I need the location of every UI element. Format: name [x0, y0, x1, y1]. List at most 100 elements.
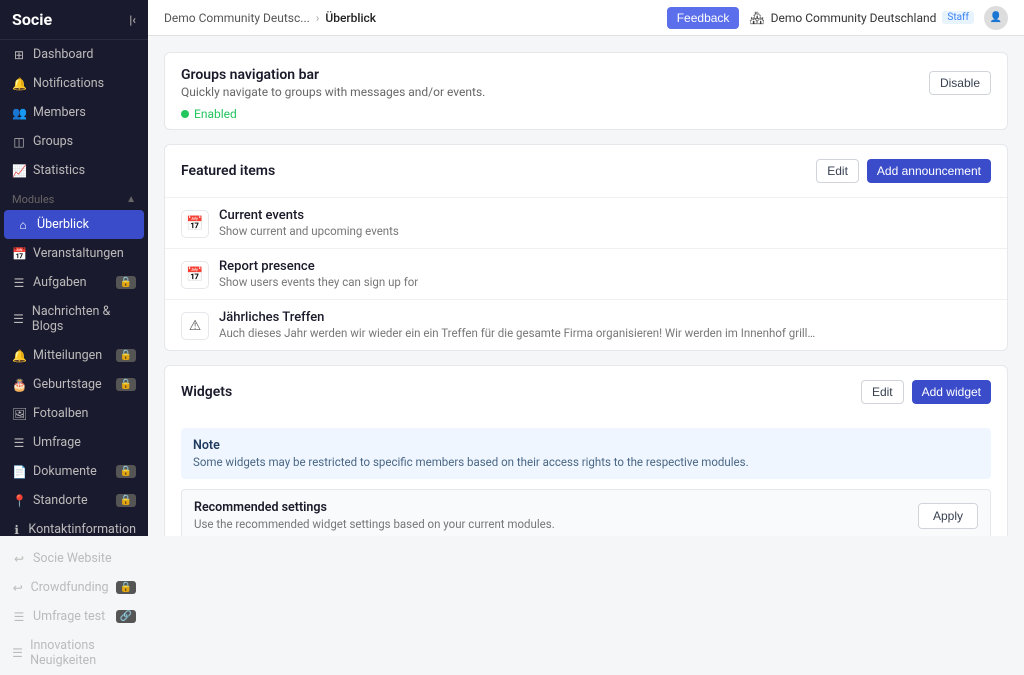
sidebar-label: Groups	[33, 134, 73, 149]
featured-edit-button[interactable]: Edit	[816, 159, 859, 183]
list-icon: ☰	[12, 276, 26, 290]
calendar-icon: 📅	[181, 261, 209, 289]
sidebar-label: Crowdfunding	[31, 580, 109, 595]
location-icon: 📍	[12, 494, 26, 508]
sidebar-item-ueberblick[interactable]: ⌂ Überblick	[4, 210, 144, 239]
sidebar-label: Kontaktinformation	[28, 522, 136, 537]
sidebar-label: Innovations Neuigkeiten	[30, 638, 136, 668]
sidebar-item-standorte[interactable]: 📍 Standorte 🔒	[0, 486, 148, 515]
sidebar-label: Veranstaltungen	[33, 246, 124, 261]
sidebar-label: Dokumente	[33, 464, 97, 479]
sidebar-item-umfrage-test[interactable]: ☰ Umfrage test 🔗	[0, 602, 148, 631]
sidebar-item-mitteilungen[interactable]: 🔔 Mitteilungen 🔒	[0, 341, 148, 370]
feature-title: Jährliches Treffen	[219, 310, 991, 325]
collapse-button[interactable]: |‹	[129, 13, 136, 27]
disable-button[interactable]: Disable	[929, 71, 991, 95]
photo-icon: 🖼	[12, 407, 26, 421]
sidebar-item-dashboard[interactable]: ⊞ Dashboard	[0, 40, 148, 69]
sidebar-item-kontaktinformation[interactable]: ℹ Kontaktinformation	[0, 515, 148, 544]
note-text: Some widgets may be restricted to specif…	[193, 455, 979, 469]
add-announcement-button[interactable]: Add announcement	[867, 159, 991, 183]
sidebar-item-dokumente[interactable]: 📄 Dokumente 🔒	[0, 457, 148, 486]
featured-item-0: 📅 Current events Show current and upcomi…	[165, 197, 1007, 248]
document-icon: 📄	[12, 465, 26, 479]
featured-actions: Edit Add announcement	[816, 159, 991, 183]
sidebar-item-geburtstage[interactable]: 🎂 Geburtstage 🔒	[0, 370, 148, 399]
avatar[interactable]: 👤	[984, 6, 1008, 30]
widgets-edit-button[interactable]: Edit	[861, 380, 904, 404]
widgets-title: Widgets	[181, 384, 232, 400]
link-badge: 🔗	[116, 610, 136, 623]
home-icon: ⌂	[16, 218, 30, 232]
info-icon: ℹ	[12, 523, 21, 537]
community-badge: 🏘 Demo Community Deutschland Staff	[749, 11, 974, 25]
sidebar-label: Statistics	[33, 163, 85, 178]
sidebar-item-innovations[interactable]: ☰ Innovations Neuigkeiten	[0, 631, 148, 675]
app-name: Socie	[12, 10, 52, 29]
widgets-actions: Edit Add widget	[861, 380, 991, 404]
widgets-header: Widgets Edit Add widget	[165, 366, 1007, 418]
featured-item-1: 📅 Report presence Show users events they…	[165, 248, 1007, 299]
modules-section-header: Modules ▲	[0, 189, 148, 210]
sidebar-item-notifications[interactable]: 🔔 Notifications	[0, 69, 148, 98]
sidebar: Socie |‹ ⊞ Dashboard 🔔 Notifications 👥 M…	[0, 0, 148, 536]
sidebar-item-veranstaltungen[interactable]: 📅 Veranstaltungen	[0, 239, 148, 268]
lock-badge: 🔒	[116, 276, 136, 289]
dashboard-icon: ⊞	[12, 48, 26, 62]
survey-icon: ☰	[12, 436, 26, 450]
sidebar-label: Mitteilungen	[33, 348, 102, 363]
apply-button[interactable]: Apply	[918, 503, 978, 529]
statistics-icon: 📈	[12, 164, 26, 178]
recommended-title: Recommended settings	[194, 500, 555, 515]
groups-icon: ◫	[12, 135, 26, 149]
link-icon: ↩	[12, 552, 26, 566]
innovations-icon: ☰	[12, 646, 23, 660]
sidebar-item-nachrichten[interactable]: ☰ Nachrichten & Blogs	[0, 297, 148, 341]
featured-title: Featured items	[181, 163, 275, 179]
sidebar-item-crowdfunding[interactable]: ↩ Crowdfunding 🔒	[0, 573, 148, 602]
feature-desc: Show users events they can sign up for	[219, 275, 819, 289]
breadcrumb: Demo Community Deutsc... › Überblick	[164, 11, 376, 25]
calendar-icon: 📅	[181, 210, 209, 238]
lock-badge: 🔒	[116, 465, 136, 478]
breadcrumb-community[interactable]: Demo Community Deutsc...	[164, 11, 310, 25]
featured-header: Featured items Edit Add announcement	[165, 145, 1007, 197]
feedback-button[interactable]: Feedback	[667, 7, 740, 29]
notification-icon: 🔔	[12, 349, 26, 363]
sidebar-label: Socie Website	[33, 551, 112, 566]
lock-badge: 🔒	[116, 349, 136, 362]
main-container: Demo Community Deutsc... › Überblick Fee…	[148, 0, 1024, 536]
sidebar-label: Nachrichten & Blogs	[32, 304, 136, 334]
sidebar-item-socie-website[interactable]: ↩ Socie Website	[0, 544, 148, 573]
sidebar-item-aufgaben[interactable]: ☰ Aufgaben 🔒	[0, 268, 148, 297]
sidebar-label: Umfrage	[33, 435, 81, 450]
sidebar-label: Dashboard	[33, 47, 93, 62]
content-area: Groups navigation bar Quickly navigate t…	[148, 36, 1024, 536]
blog-icon: ☰	[12, 312, 25, 326]
top-bar-right: Feedback 🏘 Demo Community Deutschland St…	[667, 6, 1008, 30]
sidebar-item-fotoalben[interactable]: 🖼 Fotoalben	[0, 399, 148, 428]
note-title: Note	[193, 438, 979, 453]
widgets-card: Widgets Edit Add widget Note Some widget…	[164, 365, 1008, 536]
sidebar-label: Fotoalben	[33, 406, 88, 421]
recommended-settings-box: Recommended settings Use the recommended…	[181, 489, 991, 536]
sidebar-item-members[interactable]: 👥 Members	[0, 98, 148, 127]
sidebar-label: Members	[33, 105, 86, 120]
lock-badge: 🔒	[116, 378, 136, 391]
top-bar: Demo Community Deutsc... › Überblick Fee…	[148, 0, 1024, 36]
sidebar-label: Aufgaben	[33, 275, 87, 290]
sidebar-item-umfrage[interactable]: ☰ Umfrage	[0, 428, 148, 457]
sidebar-label: Geburtstage	[33, 377, 102, 392]
sidebar-label: Überblick	[37, 217, 89, 232]
lock-badge: 🔒	[116, 494, 136, 507]
sidebar-item-groups[interactable]: ◫ Groups	[0, 127, 148, 156]
feature-title: Current events	[219, 208, 991, 223]
birthday-icon: 🎂	[12, 378, 26, 392]
status-badge: Enabled	[181, 107, 991, 121]
sidebar-item-statistics[interactable]: 📈 Statistics	[0, 156, 148, 185]
featured-item-2: ⚠ Jährliches Treffen Auch dieses Jahr we…	[165, 299, 1007, 350]
lock-badge: 🔒	[116, 581, 136, 594]
bell-icon: 🔔	[12, 77, 26, 91]
add-widget-button[interactable]: Add widget	[912, 380, 991, 404]
community-name: Demo Community Deutschland	[771, 11, 937, 25]
